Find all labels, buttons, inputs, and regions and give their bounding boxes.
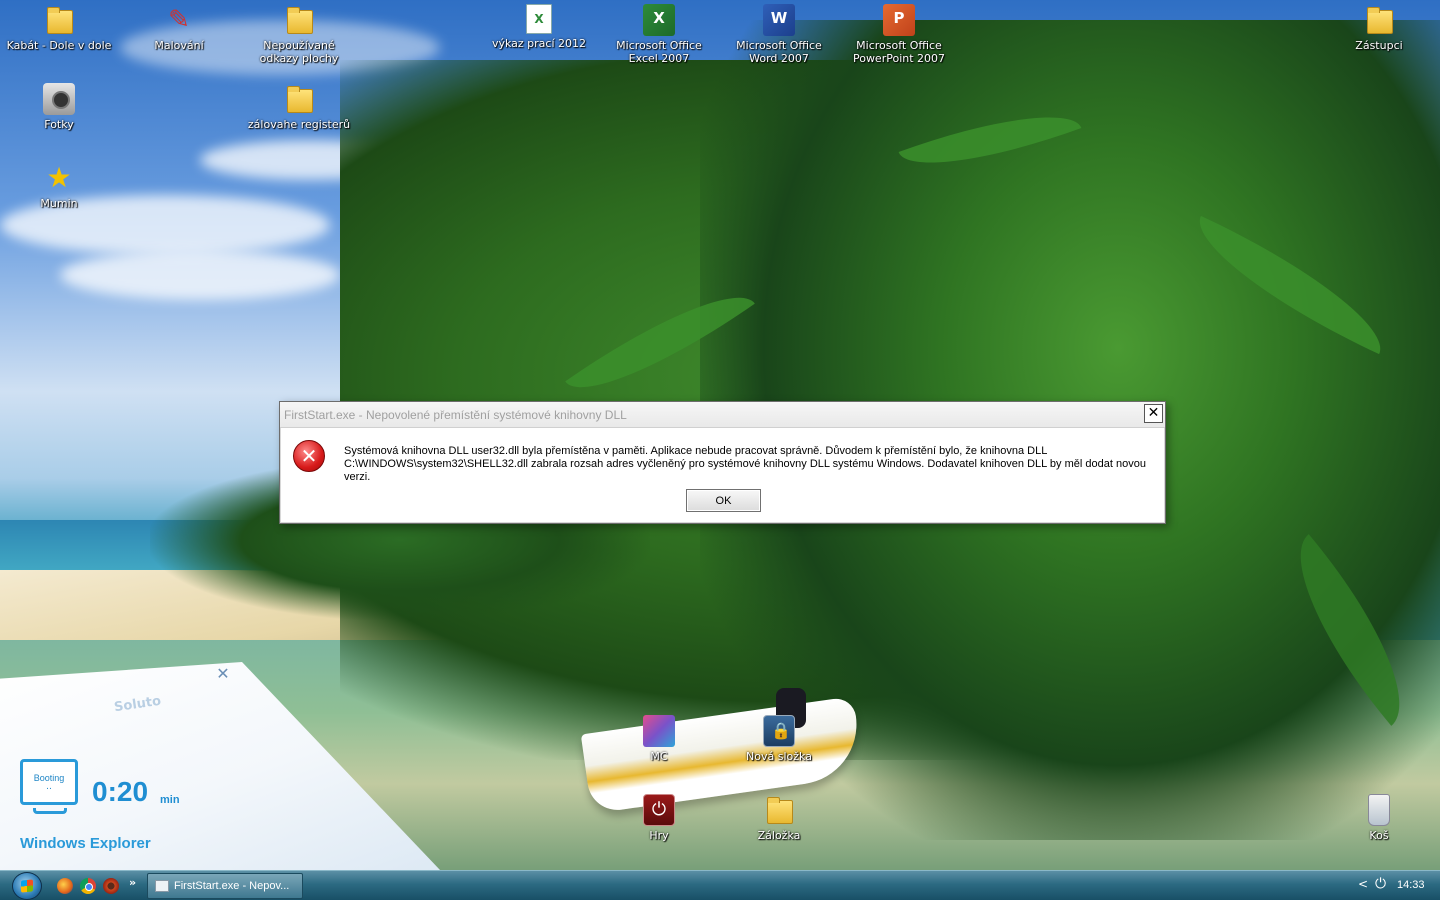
- soluto-boot-time: 0:20: [92, 776, 149, 807]
- desktop-icon-nepouzivane-odkazy[interactable]: Nepoužívané odkazy plochy: [244, 4, 354, 65]
- soluto-boot-dots: ..: [46, 782, 52, 792]
- desktop-icon-mumin[interactable]: ★ Mumin: [4, 161, 114, 211]
- desktop-icon-malovani[interactable]: ✎ Malování: [124, 4, 234, 52]
- desktop: Kabát - Dole v dole ✎ Malování Nepoužíva…: [0, 0, 1440, 870]
- paint-icon: ✎: [168, 5, 190, 35]
- desktop-icon-word[interactable]: W Microsoft Office Word 2007: [724, 4, 834, 65]
- excel-file-icon-letter: X: [534, 12, 544, 26]
- desktop-icon-kabat[interactable]: Kabát - Dole v dole: [4, 4, 114, 52]
- error-icon: ✕: [293, 440, 325, 472]
- tray-expand-icon[interactable]: <: [1358, 877, 1368, 891]
- quicklaunch-more-button[interactable]: »: [129, 876, 136, 889]
- desktop-icon-zalohy-registru[interactable]: zálovahe registerů: [244, 83, 354, 131]
- powerpoint-icon: P: [883, 4, 915, 36]
- soluto-current-app: Windows Explorer: [20, 835, 151, 852]
- soluto-close-icon[interactable]: ✕: [215, 666, 231, 682]
- desktop-icon-label: Hry: [649, 829, 669, 842]
- desktop-icon-hry[interactable]: Hry: [604, 794, 714, 842]
- camera-icon: [43, 83, 75, 115]
- desktop-icon-fotky[interactable]: Fotky: [4, 83, 114, 131]
- star-icon: ★: [46, 161, 72, 194]
- word-icon-letter: W: [770, 9, 788, 27]
- desktop-icon-label: Záložka: [757, 829, 801, 842]
- desktop-icon-excel[interactable]: X Microsoft Office Excel 2007: [604, 4, 714, 65]
- mc-icon: [643, 715, 675, 747]
- excel-icon-letter: X: [653, 9, 665, 27]
- folder-icon: [1363, 4, 1395, 36]
- desktop-icon-label: MC: [650, 750, 668, 763]
- chrome-icon[interactable]: [80, 878, 96, 894]
- opera-icon[interactable]: [103, 878, 119, 894]
- desktop-icon-label: Kabát - Dole v dole: [6, 39, 112, 52]
- monitor-icon: Booting ..: [20, 759, 78, 814]
- dialog-title: FirstStart.exe - Nepovolené přemístění s…: [284, 408, 627, 422]
- word-icon: W: [763, 4, 795, 36]
- firefox-icon[interactable]: [57, 878, 73, 894]
- excel-icon: X: [643, 4, 675, 36]
- desktop-icon-label: Koš: [1369, 829, 1389, 842]
- monitor-stand: [33, 808, 67, 814]
- soluto-boot-time-unit: min: [160, 794, 180, 806]
- folder-icon: [763, 794, 795, 826]
- desktop-icon-label: Nepoužívané odkazy plochy: [259, 39, 339, 65]
- folder-icon: [283, 4, 315, 36]
- dialog-close-button[interactable]: ✕: [1144, 404, 1163, 423]
- folder-icon: [43, 4, 75, 36]
- desktop-icon-mc[interactable]: MC: [604, 715, 714, 763]
- powerpoint-icon-letter: P: [893, 9, 905, 27]
- error-dialog: FirstStart.exe - Nepovolené přemístění s…: [279, 401, 1166, 524]
- desktop-icon-powerpoint[interactable]: P Microsoft Office PowerPoint 2007: [844, 4, 954, 65]
- desktop-icon-label: Microsoft Office PowerPoint 2007: [852, 39, 946, 65]
- folder-icon: [283, 83, 315, 115]
- dialog-titlebar[interactable]: FirstStart.exe - Nepovolené přemístění s…: [280, 402, 1165, 428]
- desktop-icon-label: Zástupci: [1355, 39, 1403, 52]
- desktop-icon-kos[interactable]: Koš: [1324, 794, 1434, 842]
- desktop-icon-label: Fotky: [44, 118, 74, 131]
- desktop-icon-zalozka[interactable]: Záložka: [724, 794, 834, 842]
- desktop-icon-nova-slozka[interactable]: Nová složka: [724, 715, 834, 763]
- ok-button[interactable]: OK: [686, 489, 761, 512]
- recycle-bin-icon: [1368, 794, 1390, 826]
- dialog-message-line: Systémová knihovna DLL user32.dll byla p…: [344, 445, 1048, 457]
- taskbar-button-label: FirstStart.exe - Nepov...: [174, 880, 290, 892]
- desktop-icon-label: zálovahe registerů: [247, 118, 351, 131]
- lock-icon: [763, 715, 795, 747]
- window-icon: [155, 880, 169, 892]
- desktop-icon-label: výkaz prací 2012: [491, 37, 587, 50]
- desktop-icon-vykaz-praci[interactable]: X výkaz prací 2012: [484, 4, 594, 50]
- taskbar: » FirstStart.exe - Nepov... < ⏻ 14:33: [0, 870, 1440, 900]
- desktop-icon-label: Microsoft Office Word 2007: [736, 39, 822, 65]
- wallpaper-cloud: [60, 250, 340, 300]
- taskbar-button-firststart[interactable]: FirstStart.exe - Nepov...: [147, 873, 303, 899]
- soluto-tray-icon[interactable]: ⏻: [1375, 876, 1386, 892]
- desktop-icon-label: Malování: [154, 39, 204, 52]
- dialog-message: Systémová knihovna DLL user32.dll byla p…: [344, 445, 1159, 484]
- desktop-icon-label: Nová složka: [746, 750, 812, 763]
- desktop-icon-label: Microsoft Office Excel 2007: [616, 39, 702, 65]
- desktop-icon-label: Mumin: [40, 197, 78, 210]
- clock[interactable]: 14:33: [1397, 879, 1425, 891]
- dialog-message-line: C:\WINDOWS\system32\SHELL32.dll zabrala …: [344, 458, 1146, 483]
- power-icon: [643, 794, 675, 826]
- excel-file-icon: X: [526, 4, 552, 34]
- start-button[interactable]: [12, 872, 42, 900]
- desktop-icon-zastupci[interactable]: Zástupci: [1324, 4, 1434, 52]
